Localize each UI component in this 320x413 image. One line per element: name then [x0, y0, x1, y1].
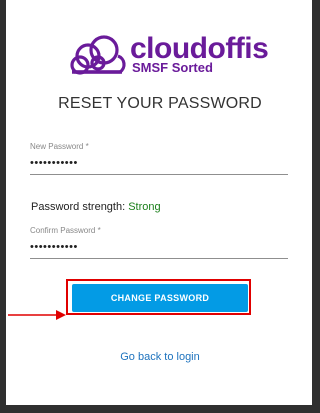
- cloud-logo-icon: [70, 35, 126, 75]
- new-password-label: New Password *: [30, 142, 89, 151]
- back-to-login-link[interactable]: Go back to login: [0, 351, 320, 363]
- new-password-field[interactable]: New Password * •••••••••••: [30, 142, 288, 175]
- brand-tagline: SMSF Sorted: [132, 60, 213, 75]
- confirm-password-field[interactable]: Confirm Password * •••••••••••: [30, 226, 288, 259]
- brand-logo: cloudoffis SMSF Sorted: [68, 32, 269, 78]
- page-title: RESET YOUR PASSWORD: [58, 95, 262, 112]
- password-strength-label: Password strength:: [31, 201, 126, 213]
- password-strength-value: Strong: [128, 201, 161, 213]
- password-strength: Password strength: Strong: [31, 201, 161, 213]
- page-background: cloudoffis SMSF Sorted RESET YOUR PASSWO…: [0, 0, 320, 413]
- confirm-password-input[interactable]: •••••••••••: [30, 236, 288, 258]
- arrow-right-icon: [8, 310, 66, 320]
- confirm-password-label: Confirm Password *: [30, 226, 101, 235]
- new-password-input[interactable]: •••••••••••: [30, 152, 288, 174]
- change-password-button[interactable]: CHANGE PASSWORD: [72, 284, 248, 312]
